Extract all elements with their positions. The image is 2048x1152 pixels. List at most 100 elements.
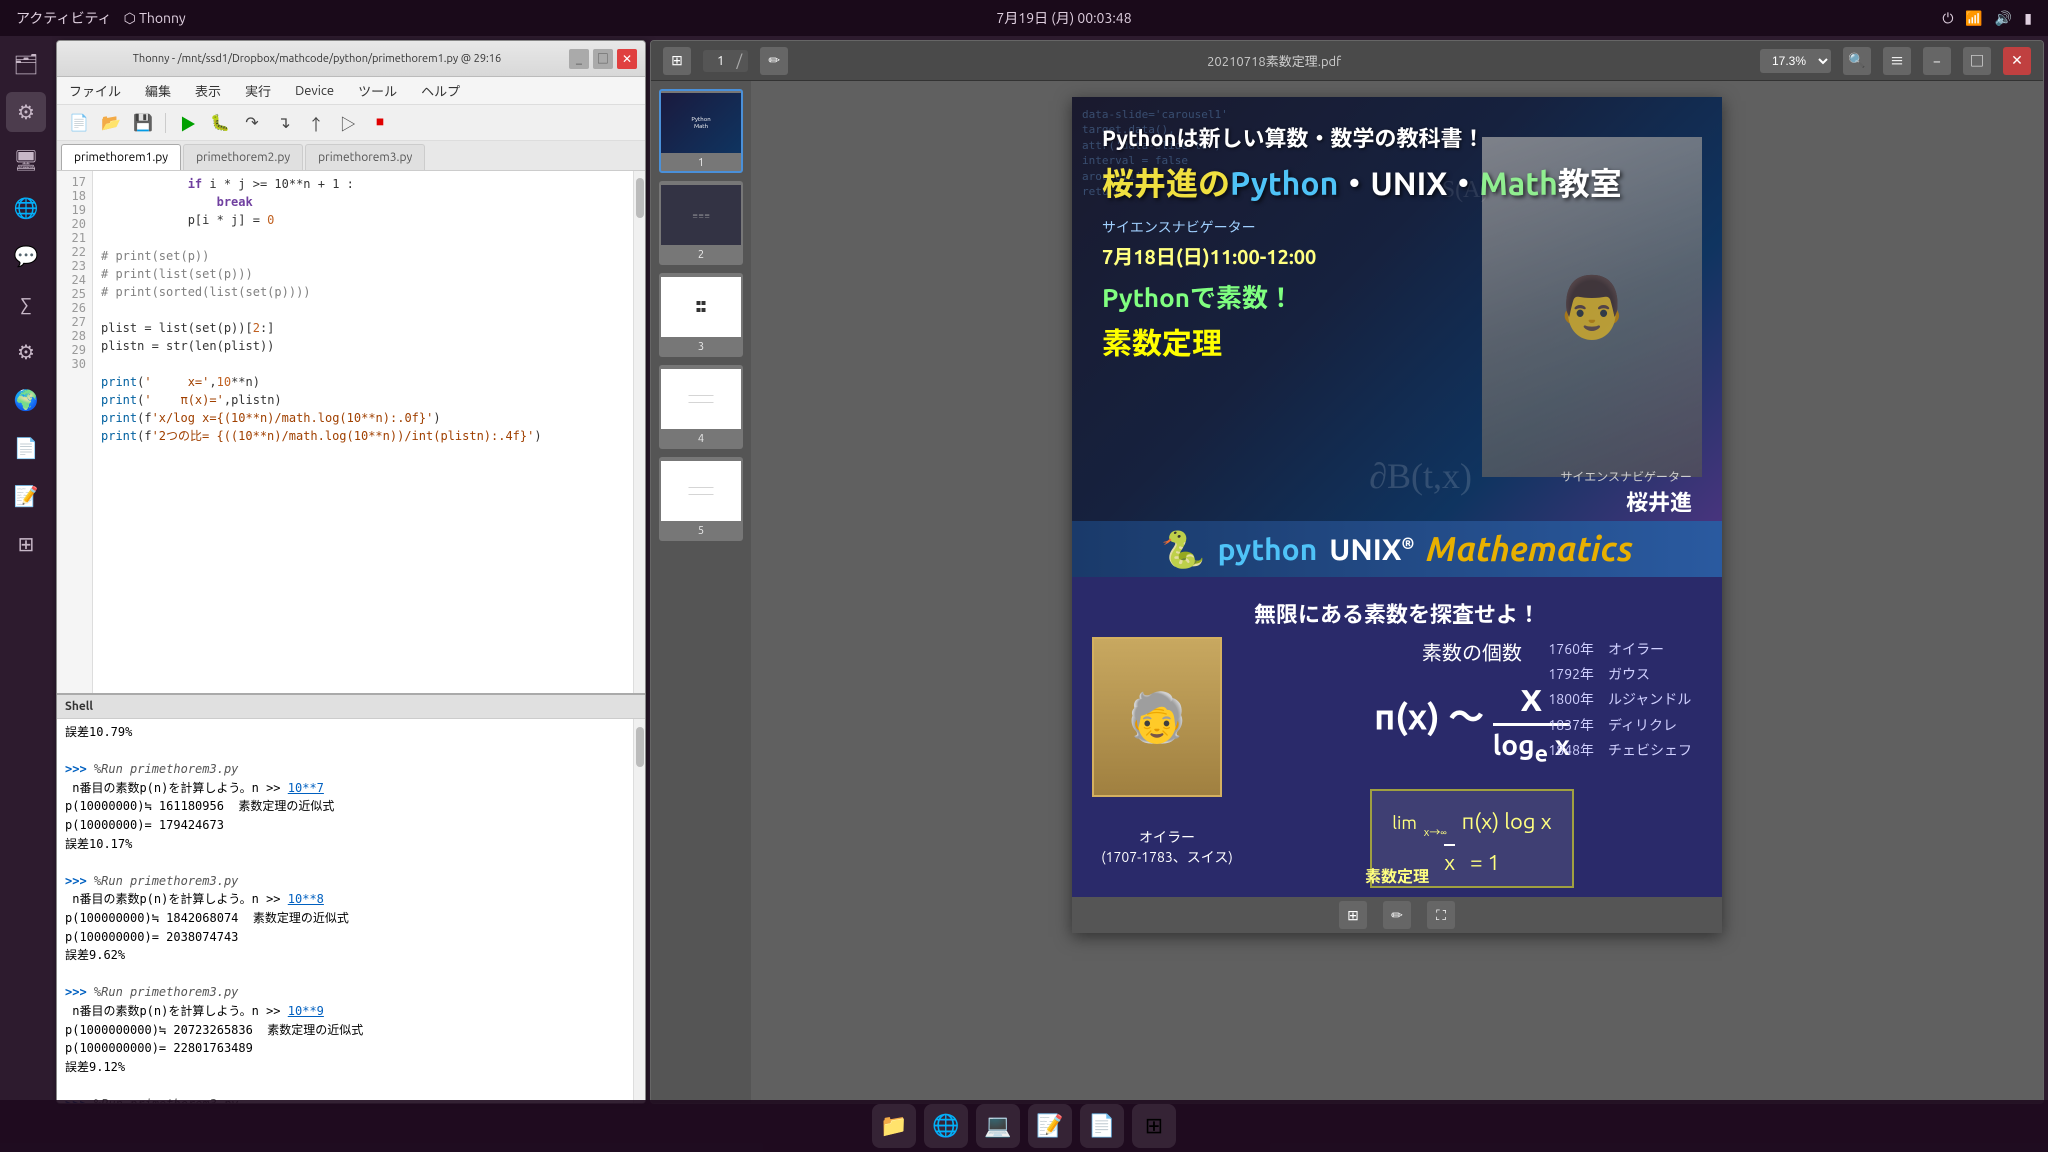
datetime-label: 7月19日 (月) 00:03:48	[996, 8, 1131, 28]
sidebar-icon-files[interactable]: 🗂	[6, 44, 46, 84]
sidebar-icon-document[interactable]: 📝	[6, 476, 46, 516]
menu-help[interactable]: ヘルプ	[417, 79, 464, 102]
thonny-titlebar: Thonny - /mnt/ssd1/Dropbox/mathcode/pyth…	[57, 41, 645, 77]
pdf-thumb-2[interactable]: ≡≡≡ 2	[659, 181, 743, 265]
pdf-euler-caption: オイラー(1707-1783、スイス)	[1092, 827, 1242, 867]
maximize-button[interactable]: □	[593, 49, 613, 69]
dock-terminal-icon[interactable]: 💻	[976, 1104, 1020, 1148]
shell-area: Shell 誤差10.79% >>> %Run primethorem3.py …	[57, 693, 645, 1103]
step-out-button[interactable]: ↑	[302, 109, 330, 137]
pdf-content[interactable]: data-slide='carousel1' target.data(), at…	[751, 81, 2043, 1103]
pdf-filename: 20210718素数定理.pdf	[800, 51, 1748, 70]
pdf-maximize-button[interactable]: □	[1963, 47, 1991, 75]
open-file-button[interactable]: 📂	[97, 109, 125, 137]
dock-apps-icon[interactable]: ⊞	[1132, 1104, 1176, 1148]
sidebar-icon-terminal[interactable]: 🖥	[6, 140, 46, 180]
menu-run[interactable]: 実行	[241, 79, 275, 102]
debug-button[interactable]: 🐛	[206, 109, 234, 137]
sidebar-icon-browser[interactable]: 🌐	[6, 188, 46, 228]
pdf-fit-page-button[interactable]: ⊞	[1339, 901, 1367, 929]
year-item-4: 1837年 ディリクレ	[1548, 713, 1692, 738]
dock-files-icon[interactable]: 📁	[872, 1104, 916, 1148]
pdf-thumb-4[interactable]: ────────── 4	[659, 365, 743, 449]
pdf-slide1-badge: サイエンスナビゲーター	[1560, 468, 1692, 485]
system-bar-left: アクティビティ ⬡ Thonny	[16, 8, 186, 28]
sidebar-icon-pdf[interactable]: 📄	[6, 428, 46, 468]
step-over-button[interactable]: ↷	[238, 109, 266, 137]
pdf-menu-button[interactable]: ≡	[1883, 47, 1911, 75]
stop-button[interactable]: ⏹	[366, 109, 394, 137]
pdf-thumb-num-1: 1	[661, 155, 741, 171]
code-content[interactable]: if i * j >= 10**n + 1 : break p[i * j] =…	[93, 171, 633, 693]
sidebar-icon-gear[interactable]: ⚙	[6, 332, 46, 372]
sidebar-icon-math[interactable]: ∑	[6, 284, 46, 324]
pdf-slide1-sublabel: サイエンスナビゲーター	[1102, 217, 1256, 237]
shell-label: Shell	[65, 700, 93, 713]
code-scrollbar[interactable]	[633, 171, 645, 693]
thonny-window: Thonny - /mnt/ssd1/Dropbox/mathcode/pyth…	[56, 40, 646, 1104]
menu-view[interactable]: 表示	[191, 79, 225, 102]
thonny-title: Thonny - /mnt/ssd1/Dropbox/mathcode/pyth…	[65, 53, 569, 65]
brand-unix-label: UNIX®	[1329, 532, 1414, 566]
run-button[interactable]: ▶	[174, 109, 202, 137]
sidebar-icon-apps[interactable]: ⊞	[6, 524, 46, 564]
close-button[interactable]: ✕	[617, 49, 637, 69]
tab-primethorem1[interactable]: primethorem1.py	[61, 144, 181, 170]
activities-label[interactable]: アクティビティ	[16, 8, 112, 28]
brand-python-label: python	[1218, 532, 1318, 566]
shell-content[interactable]: 誤差10.79% >>> %Run primethorem3.py n番目の素数…	[57, 719, 633, 1103]
code-editor: 1718192021222324252627282930 if i * j >=…	[57, 171, 645, 693]
pdf-slide1-speaker: サイエンスナビゲーター 桜井進	[1560, 468, 1692, 517]
system-bar-right: ⏻ 📶 🔊 ▮	[1942, 10, 2032, 27]
menu-device[interactable]: Device	[291, 82, 338, 100]
pdf-thumbnails: PythonMath 1 ≡≡≡ 2 ■■■■ 3	[651, 81, 751, 1103]
menu-tools[interactable]: ツール	[354, 79, 401, 102]
dock-editor-icon[interactable]: 📝	[1028, 1104, 1072, 1148]
tab-primethorem3[interactable]: primethorem3.py	[305, 144, 425, 170]
year-item-5: 1848年 チェビシェフ	[1548, 738, 1692, 763]
minimize-button[interactable]: _	[569, 49, 589, 69]
pdf-slide1-subtitle: Pythonは新しい算数・数学の教科書！	[1102, 121, 1484, 153]
sidebar-icon-chat[interactable]: 💬	[6, 236, 46, 276]
dock-pdf-icon[interactable]: 📄	[1080, 1104, 1124, 1148]
thonny-win-controls: _ □ ✕	[569, 49, 637, 69]
pdf-thumb-num-4: 4	[661, 431, 741, 447]
system-bar-center: 7月19日 (月) 00:03:48	[996, 8, 1131, 28]
resume-button[interactable]: ▷	[334, 109, 362, 137]
network-icon[interactable]: 📶	[1965, 10, 1982, 27]
pdf-prime-count-title: 素数の個数	[1422, 637, 1522, 666]
pdf-slide2-title: 無限にある素数を探査せよ！	[1072, 597, 1722, 629]
pdf-close-button[interactable]: ✕	[2003, 47, 2031, 75]
save-file-button[interactable]: 💾	[129, 109, 157, 137]
volume-icon[interactable]: 🔊	[1995, 10, 2012, 27]
pdf-pencil-button[interactable]: ✏	[760, 47, 788, 75]
pdf-thumb-num-5: 5	[661, 523, 741, 539]
pdf-thumb-num-3: 3	[661, 339, 741, 355]
pdf-thumb-1[interactable]: PythonMath 1	[659, 89, 743, 173]
pdf-search-button[interactable]: 🔍	[1843, 47, 1871, 75]
pdf-slide1-title: 桜井進のPython・UNIX・Math教室	[1102, 159, 1622, 205]
menu-file[interactable]: ファイル	[65, 79, 125, 102]
menu-edit[interactable]: 編集	[141, 79, 175, 102]
shell-scrollbar[interactable]	[633, 719, 645, 1103]
pdf-slide1: data-slide='carousel1' target.data(), at…	[1072, 97, 1722, 577]
new-file-button[interactable]: 📄	[65, 109, 93, 137]
pdf-euler-portrait: 🧓	[1092, 637, 1222, 797]
dock-browser-icon[interactable]: 🌐	[924, 1104, 968, 1148]
battery-icon: ▮	[2024, 10, 2032, 27]
thonny-app-label[interactable]: ⬡ Thonny	[124, 10, 186, 27]
pdf-fullscreen-button[interactable]: ⛶	[1427, 901, 1455, 929]
pdf-thumb-3[interactable]: ■■■■ 3	[659, 273, 743, 357]
power-icon[interactable]: ⏻	[1942, 10, 1953, 27]
tab-primethorem2[interactable]: primethorem2.py	[183, 144, 303, 170]
pdf-thumb-5[interactable]: ────────── 5	[659, 457, 743, 541]
pdf-annotate-button[interactable]: ✏	[1383, 901, 1411, 929]
pdf-zoom-select[interactable]: 17.3%	[1760, 49, 1831, 73]
sidebar-icon-settings[interactable]: ⚙	[6, 92, 46, 132]
pdf-minimize-button[interactable]: −	[1923, 47, 1951, 75]
pdf-bottom-toolbar: ⊞ ✏ ⛶	[1072, 897, 1722, 933]
pdf-grid-view-button[interactable]: ⊞	[663, 47, 691, 75]
sidebar-icon-globe[interactable]: 🌍	[6, 380, 46, 420]
step-into-button[interactable]: ↴	[270, 109, 298, 137]
line-numbers: 1718192021222324252627282930	[57, 171, 93, 693]
